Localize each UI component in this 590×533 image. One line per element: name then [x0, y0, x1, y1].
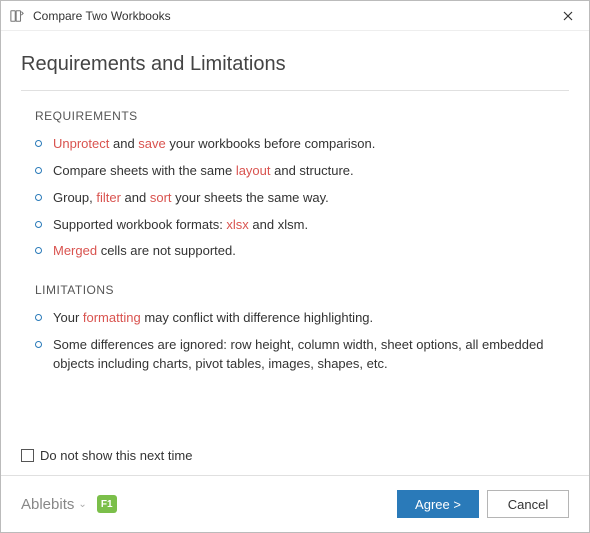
list-item: Compare sheets with the same layout and …	[35, 158, 555, 185]
list-item: Unprotect and save your workbooks before…	[35, 131, 555, 158]
requirements-list: Unprotect and save your workbooks before…	[21, 131, 569, 265]
list-item: Some differences are ignored: row height…	[35, 332, 555, 378]
dont-show-label: Do not show this next time	[40, 448, 192, 463]
divider	[21, 90, 569, 91]
window-title: Compare Two Workbooks	[33, 9, 553, 23]
checkbox-icon	[21, 449, 34, 462]
brand-label: Ablebits	[21, 496, 74, 513]
close-button[interactable]	[553, 2, 583, 30]
dont-show-checkbox-row[interactable]: Do not show this next time	[21, 448, 569, 463]
close-icon	[563, 11, 573, 21]
titlebar: Compare Two Workbooks	[1, 1, 589, 31]
footer: Ablebits ⌄ F1 Agree > Cancel	[1, 475, 589, 532]
list-item: Your formatting may conflict with differ…	[35, 305, 555, 332]
limitations-list: Your formatting may conflict with differ…	[21, 305, 569, 378]
help-f1-button[interactable]: F1	[97, 495, 117, 513]
app-icon	[9, 8, 25, 24]
list-item: Merged cells are not supported.	[35, 238, 555, 265]
agree-button[interactable]: Agree >	[397, 490, 479, 518]
content-area: Requirements and Limitations REQUIREMENT…	[1, 31, 589, 448]
options-area: Do not show this next time	[1, 448, 589, 475]
list-item: Supported workbook formats: xlsx and xls…	[35, 212, 555, 239]
limitations-heading: LIMITATIONS	[35, 283, 569, 297]
brand-dropdown[interactable]: Ablebits ⌄	[21, 496, 87, 513]
list-item: Group, filter and sort your sheets the s…	[35, 185, 555, 212]
page-title: Requirements and Limitations	[21, 53, 569, 76]
cancel-button[interactable]: Cancel	[487, 490, 569, 518]
requirements-heading: REQUIREMENTS	[35, 109, 569, 123]
dialog-window: Compare Two Workbooks Requirements and L…	[0, 0, 590, 533]
chevron-down-icon: ⌄	[78, 499, 86, 510]
